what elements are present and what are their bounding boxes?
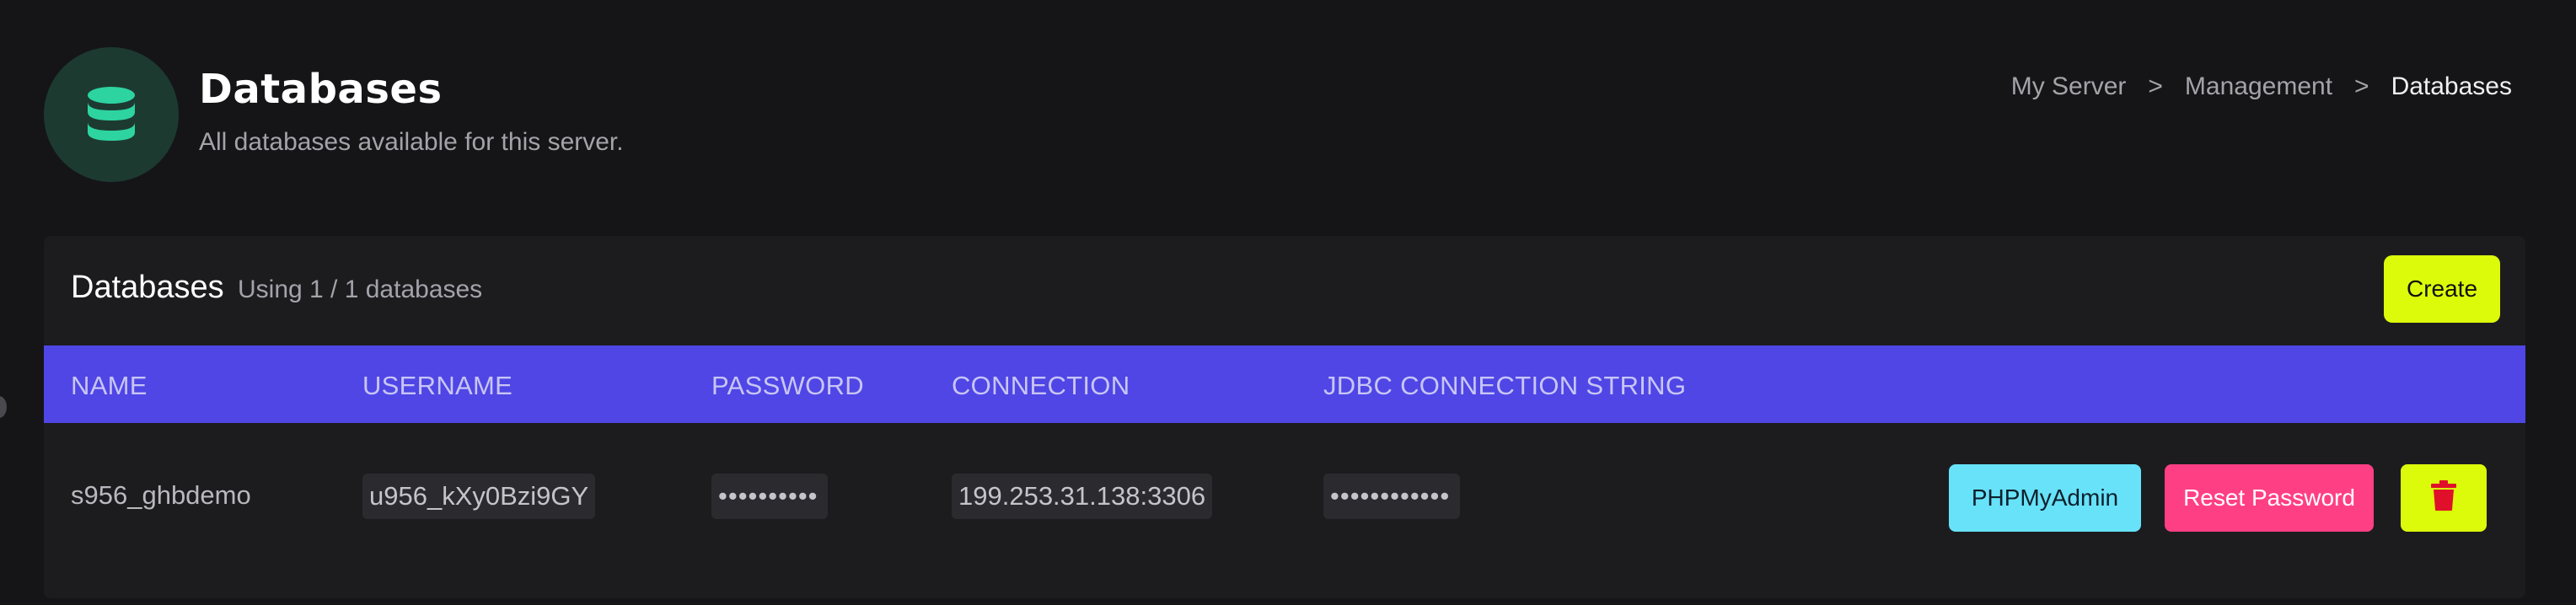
scroll-handle[interactable]	[0, 396, 7, 418]
column-header-password: PASSWORD	[711, 371, 864, 400]
breadcrumb-item-databases: Databases	[2391, 72, 2512, 100]
reset-password-button[interactable]: Reset Password	[2165, 464, 2374, 532]
column-header-jdbc: JDBC CONNECTION STRING	[1323, 371, 1687, 400]
breadcrumb-separator: >	[2148, 72, 2163, 100]
delete-button[interactable]	[2401, 464, 2487, 532]
jdbc-connection-string[interactable]: ••••••••••••	[1323, 474, 1460, 519]
database-icon	[44, 47, 179, 182]
card-title: Databases	[71, 270, 224, 305]
page-title: Databases	[199, 66, 443, 113]
trash-icon	[2429, 479, 2458, 517]
database-connection[interactable]: 199.253.31.138:3306	[952, 474, 1213, 519]
database-name: s956_ghbdemo	[71, 480, 251, 510]
database-password[interactable]: ••••••••••	[711, 474, 828, 519]
databases-card: Databases Using 1 / 1 databases Create N…	[44, 236, 2525, 598]
page-subtitle: All databases available for this server.	[199, 128, 624, 156]
database-usage: Using 1 / 1 databases	[238, 276, 483, 303]
page: Databases All databases available for th…	[0, 0, 2576, 605]
column-header-name: NAME	[71, 371, 148, 400]
phpmyadmin-button[interactable]: PHPMyAdmin	[1949, 464, 2141, 532]
table-row: s956_ghbdemo u956_kXy0Bzi9GY •••••••••• …	[44, 423, 2525, 575]
database-username[interactable]: u956_kXy0Bzi9GY	[362, 474, 596, 519]
column-header-connection: CONNECTION	[952, 371, 1130, 400]
create-button[interactable]: Create	[2384, 255, 2500, 323]
breadcrumb-item-management[interactable]: Management	[2185, 72, 2332, 101]
column-header-username: USERNAME	[362, 371, 513, 400]
breadcrumb: My Server > Management > Databases	[2011, 72, 2512, 101]
breadcrumb-separator: >	[2354, 72, 2369, 100]
table-header: NAME USERNAME PASSWORD CONNECTION JDBC C…	[44, 345, 2525, 423]
breadcrumb-item-my-server[interactable]: My Server	[2011, 72, 2127, 101]
